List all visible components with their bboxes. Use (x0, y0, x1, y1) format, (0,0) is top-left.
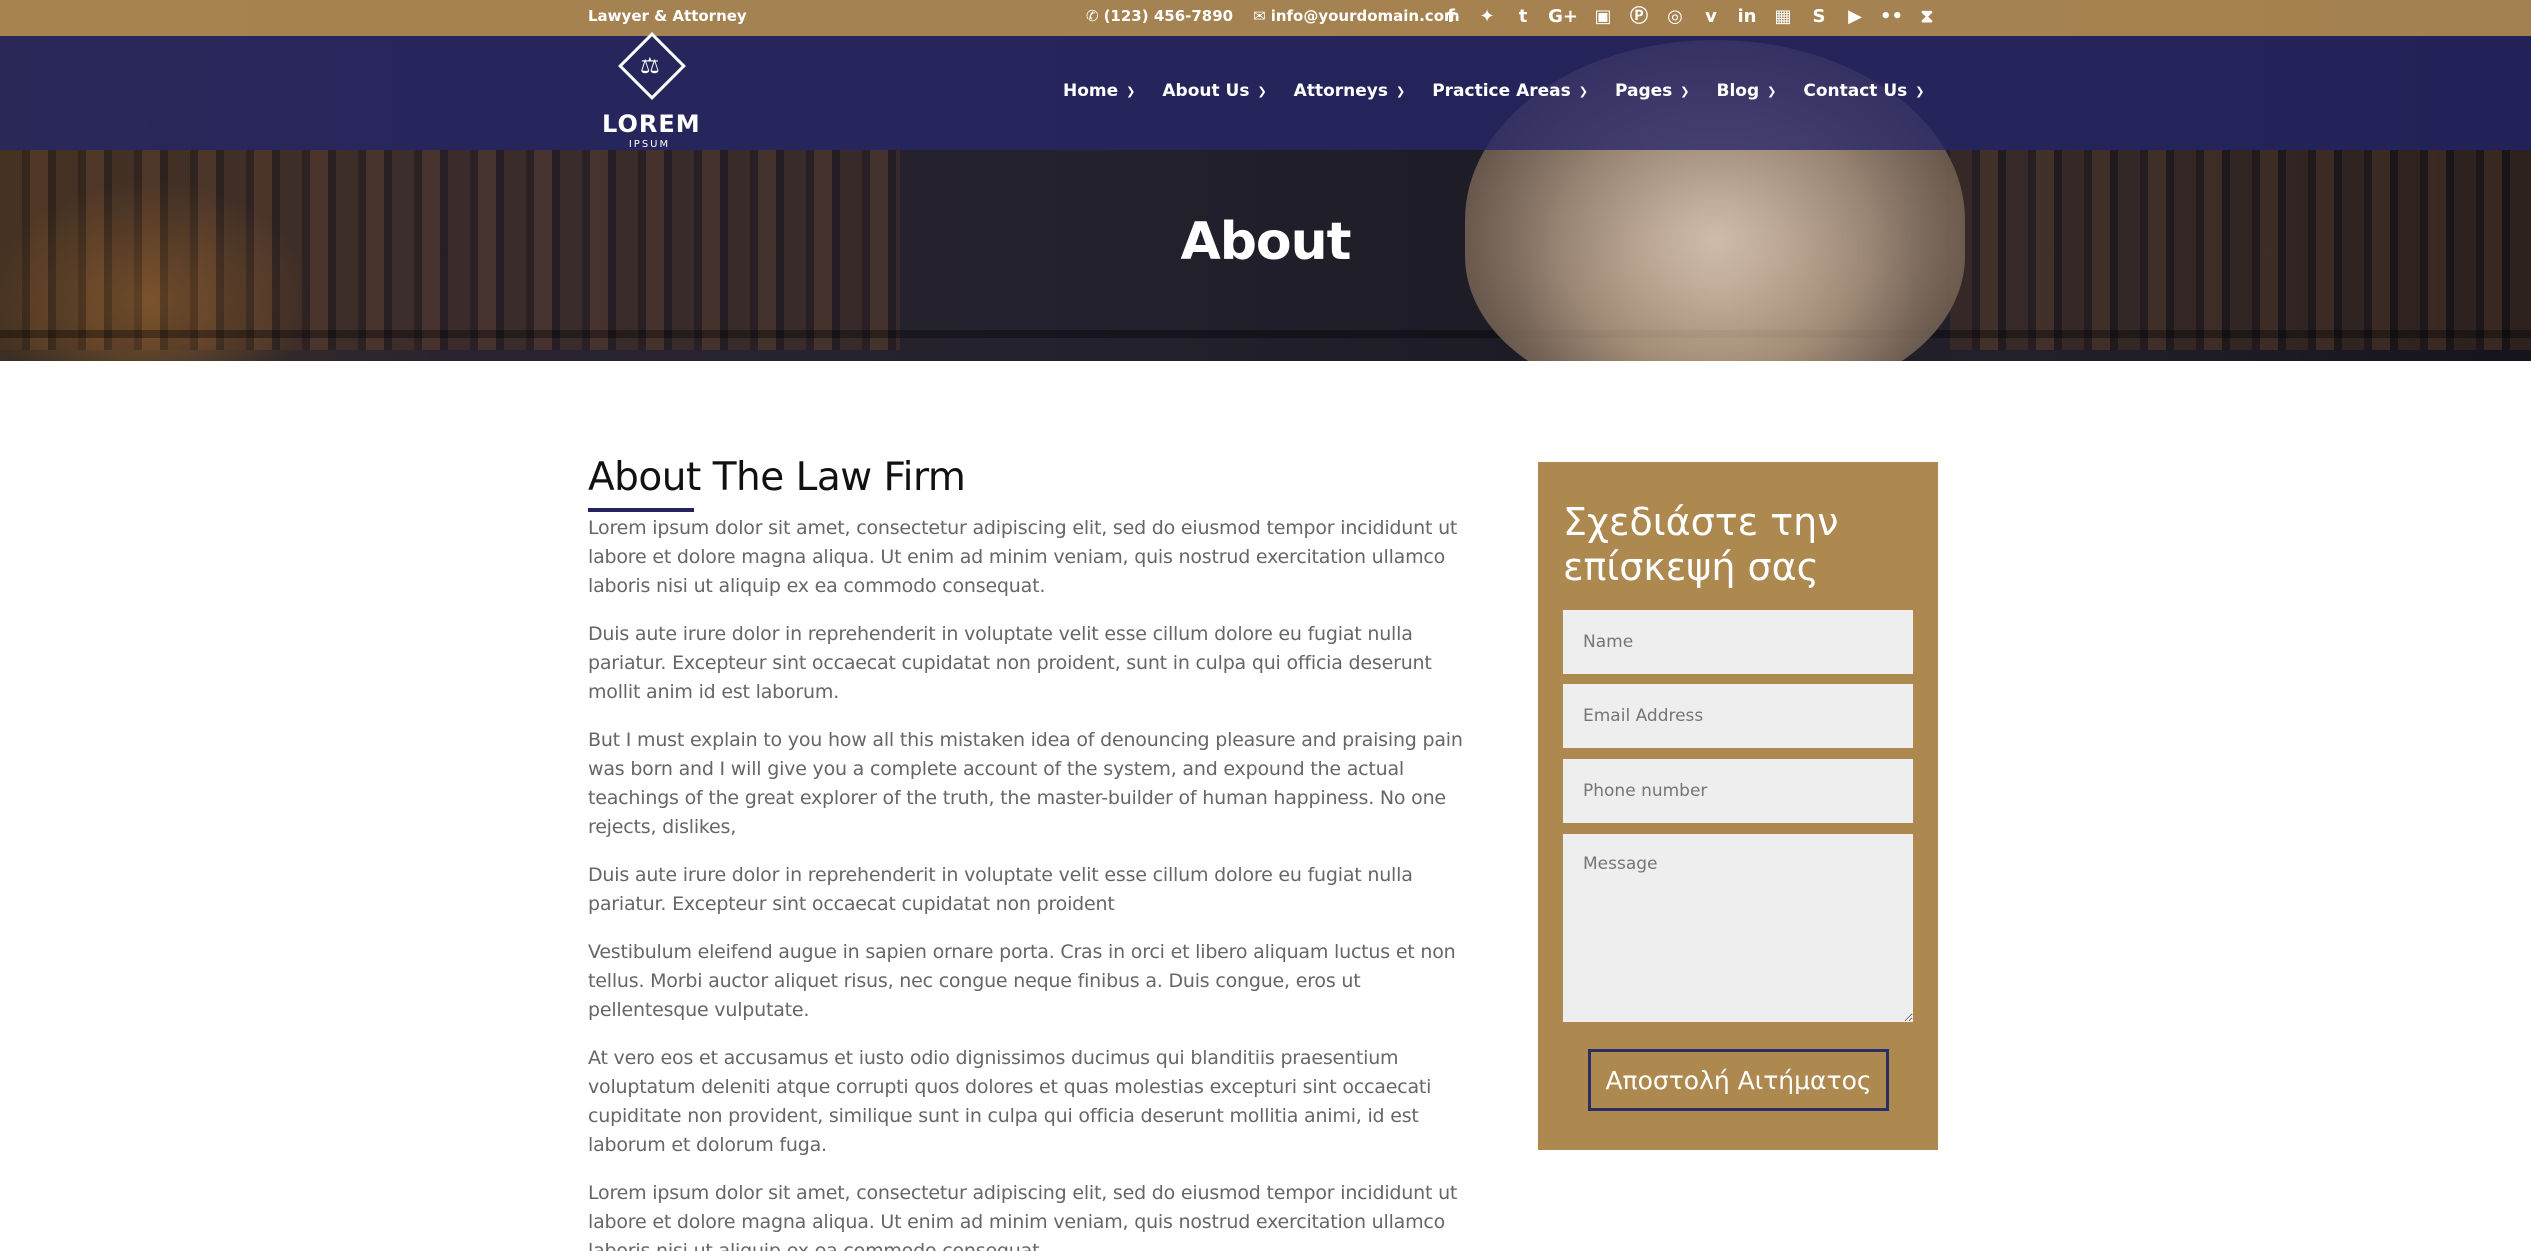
instagram-icon[interactable]: ▣ (1592, 4, 1614, 30)
pinterest-icon[interactable]: Ⓟ (1628, 4, 1650, 30)
submit-button[interactable]: Αποστολή Αιτήματος (1588, 1049, 1889, 1111)
scales-icon: ⚖ (640, 54, 660, 79)
phone-number: (123) 456-7890 (1103, 7, 1234, 25)
chevron-down-icon: ❯ (1578, 84, 1588, 98)
nav-label: About Us (1162, 81, 1250, 101)
nav-label: Practice Areas (1432, 81, 1571, 101)
shelf-divider (0, 330, 2531, 338)
nav-item-attorneys[interactable]: Attorneys ❯ (1294, 81, 1406, 101)
contact-info: ✆ (123) 456-7890 ✉ info@yourdomain.com (1086, 7, 1460, 25)
main-content: About The Law Firm Lorem ipsum dolor sit… (588, 455, 1468, 1251)
flickr-icon[interactable]: ▦ (1772, 4, 1794, 30)
nav-item-blog[interactable]: Blog ❯ (1716, 81, 1776, 101)
vimeo-icon[interactable]: v (1700, 4, 1722, 30)
twitter-icon[interactable]: ✦ (1476, 4, 1498, 30)
nav-item-about-us[interactable]: About Us ❯ (1162, 81, 1266, 101)
chevron-down-icon: ❯ (1257, 84, 1267, 98)
envelope-icon: ✉ (1253, 7, 1266, 25)
nav-item-contact-us[interactable]: Contact Us ❯ (1803, 81, 1924, 101)
nav-item-home[interactable]: Home ❯ (1063, 81, 1135, 101)
paragraph: Lorem ipsum dolor sit amet, consectetur … (588, 1182, 1458, 1251)
nav-label: Attorneys (1293, 81, 1388, 101)
flickr-dots-icon[interactable]: •• (1880, 4, 1903, 30)
name-field[interactable] (1563, 610, 1913, 674)
message-field[interactable] (1563, 834, 1913, 1022)
phone-link[interactable]: ✆ (123) 456-7890 (1086, 7, 1233, 25)
tumblr-icon[interactable]: t (1512, 4, 1534, 30)
logo[interactable]: ⚖ LOREM IPSUM (602, 32, 701, 150)
top-bar: Lawyer & Attorney ✆ (123) 456-7890 ✉ info@… (0, 0, 2531, 36)
nav-label: Home (1063, 81, 1119, 101)
paragraph: But I must explain to you how all this m… (588, 729, 1463, 838)
youtube-icon[interactable]: ▶ (1844, 4, 1866, 30)
tagline: Lawyer & Attorney (588, 7, 747, 25)
visit-form: Σχεδιάστε την επίσκεψή σας Αποστολή Αιτή… (1538, 462, 1938, 1150)
page-title: About (1180, 212, 1351, 272)
linkedin-icon[interactable]: in (1736, 4, 1758, 30)
logo-word: LOREM (602, 110, 701, 138)
email-field[interactable] (1563, 684, 1913, 748)
nav-menu: Home ❯ About Us ❯ Attorneys ❯ Practice Area… (1063, 81, 1951, 101)
google-plus-icon[interactable]: G+ (1548, 4, 1578, 30)
dribbble-icon[interactable]: ◎ (1664, 4, 1686, 30)
phone-field[interactable] (1563, 759, 1913, 823)
email-link[interactable]: ✉ info@yourdomain.com (1253, 7, 1460, 25)
rss-icon[interactable]: ⧗ (1916, 4, 1938, 30)
section-heading: About The Law Firm (588, 455, 966, 500)
logo-subword: IPSUM (628, 139, 671, 150)
nav-item-pages[interactable]: Pages ❯ (1615, 81, 1690, 101)
nav-label: Pages (1614, 81, 1673, 101)
chevron-down-icon: ❯ (1915, 84, 1925, 98)
email-address: info@yourdomain.com (1270, 7, 1460, 25)
chevron-down-icon: ❯ (1680, 84, 1690, 98)
social-icons: f ✦ t G+ ▣ Ⓟ ◎ v in ▦ S ▶ •• ⧗ (1440, 4, 1938, 30)
chevron-down-icon: ❯ (1395, 84, 1406, 98)
paragraph: Lorem ipsum dolor sit amet, consectetur … (588, 517, 1458, 597)
heading-underline (588, 508, 694, 512)
nav-label: Contact Us (1803, 81, 1908, 101)
form-title: Σχεδιάστε την επίσκεψή σας (1563, 500, 1839, 589)
chevron-down-icon: ❯ (1767, 84, 1777, 98)
phone-icon: ✆ (1086, 7, 1099, 25)
nav-item-practice-areas[interactable]: Practice Areas ❯ (1432, 81, 1588, 101)
facebook-icon[interactable]: f (1440, 4, 1462, 30)
paragraph: Duis aute irure dolor in reprehenderit i… (588, 623, 1432, 703)
chevron-down-icon: ❯ (1126, 84, 1136, 98)
paragraph: Vestibulum eleifend augue in sapien orna… (588, 941, 1456, 1021)
nav-label: Blog (1716, 81, 1760, 101)
paragraph: Duis aute irure dolor in reprehenderit i… (588, 864, 1413, 915)
skype-icon[interactable]: S (1808, 4, 1830, 30)
paragraph: At vero eos et accusamus et iusto odio d… (588, 1047, 1432, 1156)
